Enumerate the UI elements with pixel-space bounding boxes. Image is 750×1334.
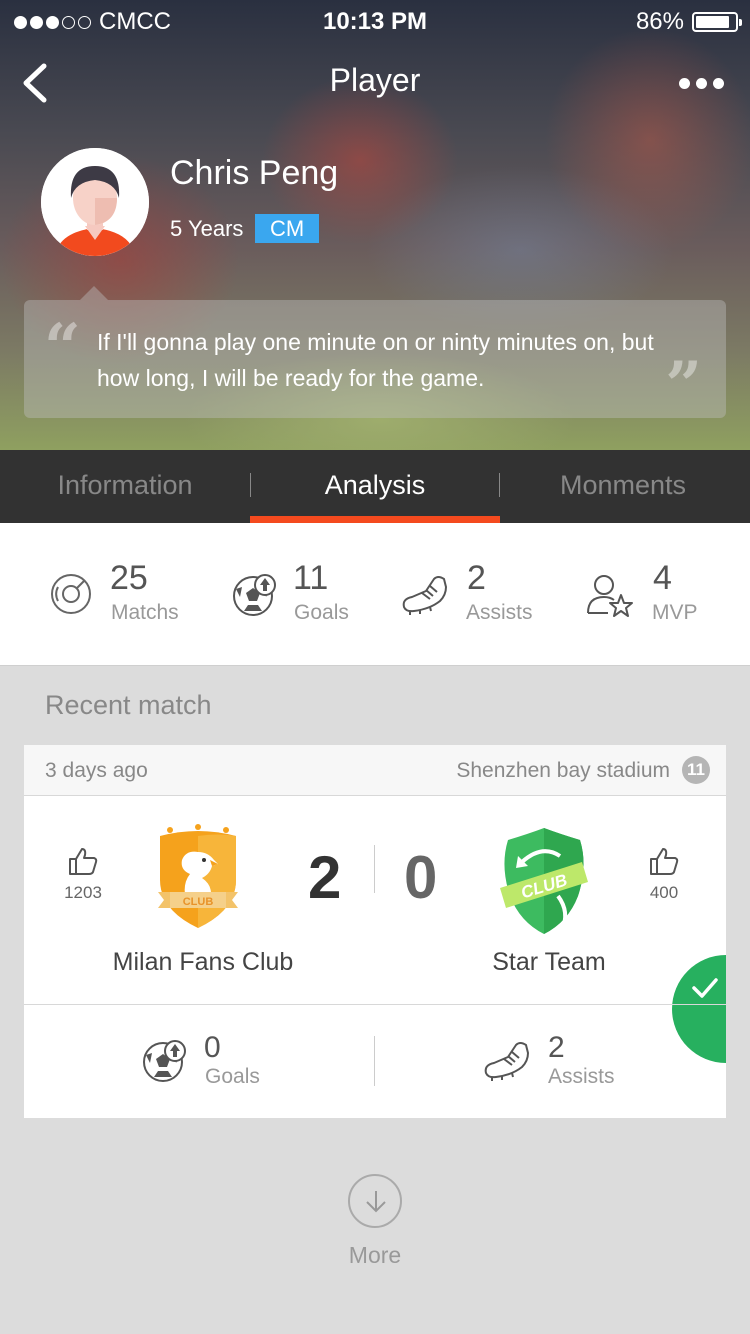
stat-mvp: 4 MVP — [586, 559, 736, 629]
star-team-badge-icon[interactable]: CLUB — [498, 826, 590, 934]
stat-matches: 25 Matchs — [50, 559, 200, 629]
stat-divider — [374, 1036, 375, 1086]
more-label: More — [348, 1242, 402, 1268]
thumbs-up-icon — [69, 848, 98, 875]
tab-divider — [250, 473, 251, 497]
page-title: Player — [329, 62, 421, 98]
tab-analysis[interactable]: Analysis — [250, 450, 500, 523]
home-like-button[interactable]: 1203 — [53, 847, 113, 903]
thumbs-up-icon — [650, 848, 679, 875]
eagle-club-badge-icon[interactable]: CLUB — [152, 824, 244, 932]
stat-value: 25 — [110, 559, 148, 597]
active-tab-indicator — [250, 516, 500, 523]
more-button[interactable] — [676, 68, 726, 98]
experience-label: 5 Years — [170, 216, 244, 241]
quote-box: “ If I'll gonna play one minute on or ni… — [24, 300, 726, 418]
record-icon — [51, 574, 91, 614]
tab-bar: Information Analysis Monments — [0, 450, 750, 523]
match-goals: 0 Goals — [142, 1031, 322, 1091]
position-badge: CM — [255, 214, 320, 243]
away-score: 0 — [404, 844, 438, 911]
battery-percent: 86% — [635, 8, 684, 35]
stat-label: Matchs — [111, 601, 179, 624]
more-dots-icon — [678, 77, 690, 89]
boot-icon — [402, 576, 447, 615]
match-goals-label: Goals — [205, 1065, 260, 1088]
avatar[interactable] — [41, 148, 149, 256]
season-stats: 25 Matchs 11 Goals 2 Assists 4 MVP — [0, 523, 750, 666]
match-goals-value: 0 — [204, 1031, 221, 1064]
player-quote: If I'll gonna play one minute on or nint… — [97, 329, 654, 391]
boot-icon — [484, 1042, 529, 1081]
soccer-ball-icon — [143, 1040, 186, 1082]
checkmark-icon — [692, 978, 718, 998]
arrow-down-circle-icon — [348, 1174, 402, 1228]
soccer-ball-icon — [233, 574, 276, 616]
score-divider — [374, 845, 375, 893]
tab-divider — [499, 473, 500, 497]
tab-information[interactable]: Information — [0, 450, 250, 523]
home-score: 2 — [308, 844, 342, 911]
nav-bar: Player — [0, 52, 750, 112]
venue-badge: 11 — [682, 756, 710, 784]
match-venue: Shenzhen bay stadium — [456, 759, 670, 782]
away-like-button[interactable]: 400 — [634, 847, 694, 903]
match-assists-label: Assists — [548, 1065, 615, 1088]
battery-icon — [692, 12, 742, 32]
stat-goals: 11 Goals — [232, 559, 382, 629]
user-star-icon — [587, 575, 633, 617]
open-quote-icon: “ — [44, 310, 81, 385]
stat-value: 2 — [467, 559, 486, 597]
match-assists: 2 Assists — [482, 1031, 662, 1091]
home-team-name: Milan Fans Club — [112, 948, 294, 976]
home-like-count: 1203 — [64, 883, 102, 902]
person-avatar-icon — [41, 148, 149, 256]
more-button[interactable]: More — [325, 1174, 425, 1269]
close-quote-icon: ” — [665, 348, 702, 423]
stat-label: Goals — [294, 601, 349, 624]
player-header: CMCC 10:13 PM 86% Player Chris Peng 5 Ye… — [0, 0, 750, 450]
match-assists-value: 2 — [548, 1031, 565, 1064]
quote-pointer — [80, 286, 108, 300]
stat-value: 4 — [653, 559, 672, 597]
stat-label: MVP — [652, 601, 698, 624]
stat-label: Assists — [466, 601, 533, 624]
tab-moments[interactable]: Monments — [498, 450, 748, 523]
match-card-header: 3 days ago Shenzhen bay stadium 11 — [24, 745, 726, 796]
section-title: Recent match — [45, 690, 212, 720]
away-like-count: 400 — [649, 883, 679, 902]
status-bar: CMCC 10:13 PM 86% — [0, 0, 750, 40]
player-name: Chris Peng — [170, 154, 339, 192]
match-card[interactable]: 3 days ago Shenzhen bay stadium 11 1203 … — [24, 745, 726, 1118]
home-badge-text: CLUB — [183, 896, 214, 908]
stat-assists: 2 Assists — [400, 559, 550, 629]
divider — [24, 1004, 726, 1005]
away-team-name: Star Team — [492, 948, 606, 976]
stat-value: 11 — [293, 559, 329, 597]
match-time: 3 days ago — [45, 759, 148, 782]
